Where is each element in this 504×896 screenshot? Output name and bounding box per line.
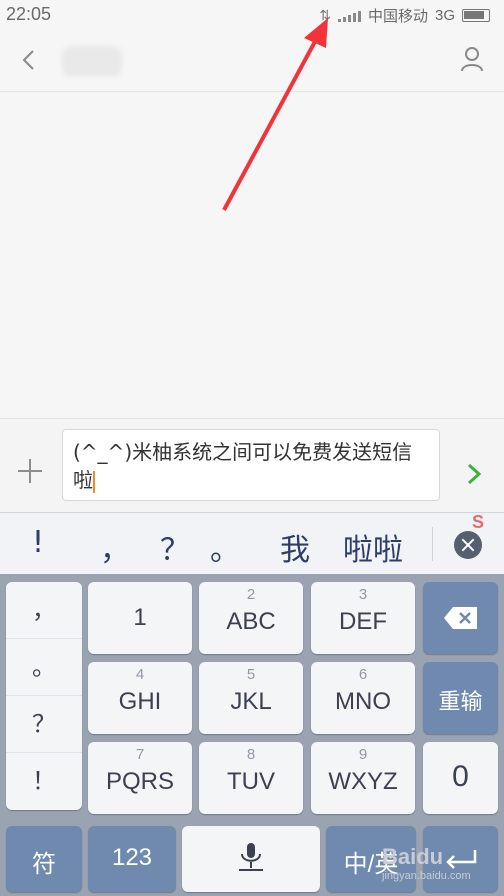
candidate-divider	[432, 527, 433, 561]
battery-icon	[462, 9, 490, 22]
key-8[interactable]: 8 TUV	[199, 742, 303, 814]
key-1[interactable]: 1	[88, 582, 192, 654]
punct-key[interactable]: ！	[6, 753, 82, 810]
person-icon[interactable]	[460, 46, 484, 72]
reenter-key[interactable]: 重输	[423, 662, 498, 734]
key-4[interactable]: 4 GHI	[88, 662, 192, 734]
microphone-icon	[239, 843, 263, 871]
candidate-item[interactable]: ，	[100, 525, 130, 569]
key-3[interactable]: 3 DEF	[311, 582, 415, 654]
candidate-item[interactable]: !	[32, 525, 44, 560]
space-voice-key[interactable]	[182, 826, 320, 892]
conversation-header	[0, 30, 504, 92]
message-input[interactable]: (^_^)米柚系统之间可以免费发送短信啦	[62, 429, 440, 501]
signal-icon	[337, 10, 361, 22]
key-6[interactable]: 6 MNO	[311, 662, 415, 734]
backspace-icon	[444, 607, 477, 629]
contact-name-blurred	[62, 46, 122, 76]
status-time: 22:05	[6, 4, 52, 24]
symbol-key[interactable]: 符	[6, 826, 82, 892]
candidate-item[interactable]: 啦啦	[343, 525, 403, 569]
status-bar: 22:05 ⇅ 中国移动 3G	[0, 0, 504, 30]
chevron-right-icon[interactable]	[466, 463, 482, 485]
network-type: 3G	[434, 7, 455, 24]
key-9[interactable]: 9 WXYZ	[311, 742, 415, 814]
key-2[interactable]: 2 ABC	[199, 582, 303, 654]
punct-key[interactable]: ，	[6, 582, 82, 639]
status-icons: ⇅ 中国移动 3G	[319, 5, 490, 26]
text-caret	[93, 470, 95, 493]
sogou-logo-icon: S	[472, 512, 485, 532]
message-input-text: (^_^)米柚系统之间可以免费发送短信啦	[73, 440, 413, 492]
message-list	[0, 92, 504, 418]
backspace-key[interactable]	[423, 582, 498, 654]
candidate-item[interactable]: 我	[280, 525, 310, 569]
key-7[interactable]: 7 PQRS	[88, 742, 192, 814]
key-5[interactable]: 5 JKL	[199, 662, 303, 734]
watermark-brand: Baidu	[382, 844, 444, 869]
punctuation-column: ， 。 ？ ！	[6, 582, 82, 810]
baidu-watermark: Baidu jingyan.baidu.com	[382, 844, 471, 882]
key-0[interactable]: 0	[423, 742, 498, 814]
candidate-bar: ! ， ？ 。 我 啦啦	[0, 512, 504, 574]
chevron-left-icon[interactable]	[18, 48, 40, 72]
compose-bar: (^_^)米柚系统之间可以免费发送短信啦	[0, 418, 504, 512]
punct-key[interactable]: ？	[6, 696, 82, 753]
candidate-item[interactable]: ？	[160, 525, 190, 569]
punct-key[interactable]: 。	[6, 639, 82, 696]
carrier-name: 中国移动	[367, 7, 428, 25]
numbers-key[interactable]: 123	[88, 826, 176, 892]
plus-icon[interactable]	[18, 459, 42, 483]
candidate-item[interactable]: 。	[210, 525, 240, 569]
data-transfer-icon: ⇅	[319, 7, 331, 24]
watermark-url: jingyan.baidu.com	[382, 870, 471, 882]
